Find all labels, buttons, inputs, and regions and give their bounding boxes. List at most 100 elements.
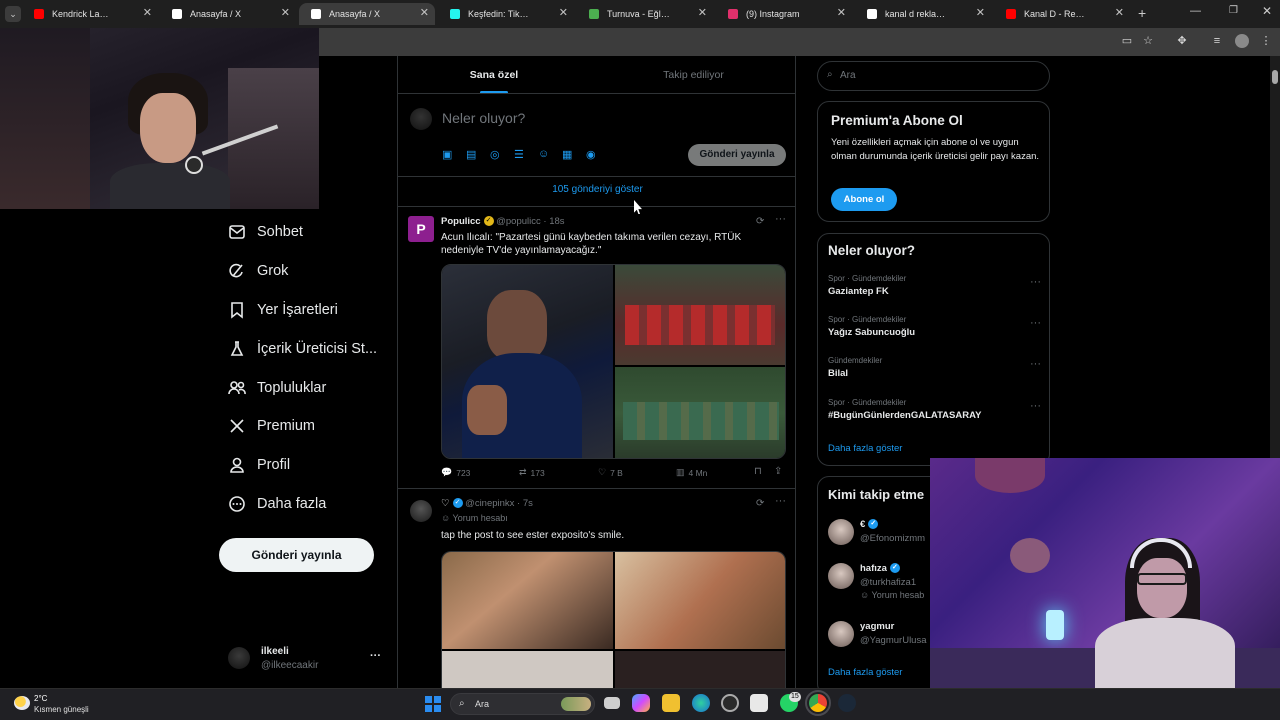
nav-item[interactable]: Topluluklar	[226, 374, 326, 402]
close-tab-icon[interactable]: ✕	[420, 6, 429, 19]
tab-following[interactable]: Takip ediliyor	[590, 56, 795, 94]
account-more-icon[interactable]: ···	[370, 650, 381, 662]
cast-icon[interactable]: ▭	[1120, 34, 1134, 48]
author-avatar[interactable]	[410, 500, 432, 522]
steam-icon[interactable]	[838, 694, 856, 712]
schedule-icon[interactable]: ▦	[562, 148, 572, 161]
task-view-icon[interactable]	[604, 697, 620, 709]
follow-show-more[interactable]: Daha fazla göster	[828, 667, 902, 678]
trend-item[interactable]: Spor · Gündemdekiler Yağız Sabuncuoğlu ···	[828, 315, 1041, 338]
nav-item[interactable]: İçerik Üreticisi St...	[226, 335, 377, 363]
weather-widget[interactable]: 2°C Kısmen güneşli	[12, 692, 112, 716]
post-button[interactable]: Gönderi yayınla	[219, 538, 374, 572]
copilot-icon[interactable]	[632, 694, 650, 712]
close-tab-icon[interactable]: ✕	[976, 6, 985, 19]
close-window-icon[interactable]: ✕	[1262, 4, 1272, 18]
like-action[interactable]: ♡ 7 B	[598, 467, 623, 478]
search-field[interactable]: ⌕ Ara	[817, 61, 1050, 91]
taskbar-search[interactable]: ⌕ Ara	[450, 693, 595, 715]
store-icon[interactable]	[750, 694, 768, 712]
browser-tab[interactable]: Kanal D - Reklam Jeneriği ✕	[994, 3, 1130, 25]
browser-tab[interactable]: Anasayfa / X ✕	[299, 3, 435, 25]
composer-input[interactable]: Neler oluyor?	[442, 110, 525, 126]
grok-icon[interactable]: ⟳	[756, 498, 764, 509]
trend-more-icon[interactable]: ···	[1030, 400, 1041, 412]
author-handle[interactable]: @cinepinkx	[465, 498, 514, 509]
close-tab-icon[interactable]: ✕	[698, 6, 707, 19]
browser-tab[interactable]: Turnuva - Eğlenceli seçim ✕	[577, 3, 713, 25]
grok-icon[interactable]: ◎	[490, 148, 500, 161]
location-icon[interactable]: ◉	[586, 148, 596, 161]
media-image-1[interactable]	[442, 265, 613, 458]
suggestion-avatar[interactable]	[828, 563, 854, 589]
post-media-grid[interactable]	[441, 551, 786, 688]
app-icon[interactable]	[721, 694, 739, 712]
post-media-grid[interactable]	[441, 264, 786, 459]
trend-more-icon[interactable]: ···	[1030, 358, 1041, 370]
poll-icon[interactable]: ☰	[514, 148, 524, 161]
author-name[interactable]: Populicc	[441, 216, 481, 227]
restore-icon[interactable]: ❐	[1229, 5, 1238, 16]
author-avatar[interactable]: P	[408, 216, 434, 242]
nav-item[interactable]: Grok	[226, 257, 288, 285]
close-tab-icon[interactable]: ✕	[281, 6, 290, 19]
tweet[interactable]: ♡ ✓ @cinepinkx · 7s ⟳ ··· ☺ Yorum hesabı …	[398, 489, 795, 688]
browser-tab[interactable]: Kendrick Lamar's Apple M ✕	[22, 3, 158, 25]
grok-icon[interactable]: ⟳	[756, 216, 764, 227]
edge-icon[interactable]	[692, 694, 710, 712]
author-name[interactable]: ♡	[441, 498, 450, 509]
tweet[interactable]: P Populicc ✓ @populicc · 18s ⟳ ··· Acun I…	[398, 207, 795, 488]
reading-list-icon[interactable]: ≡	[1210, 34, 1224, 48]
suggestion-avatar[interactable]	[828, 519, 854, 545]
start-button[interactable]	[425, 696, 441, 712]
new-tab-button[interactable]: +	[1138, 5, 1146, 21]
file-explorer-icon[interactable]	[662, 694, 680, 712]
composer-post-button[interactable]: Gönderi yayınla	[688, 144, 786, 166]
media-image-3[interactable]	[442, 651, 613, 688]
post-more-icon[interactable]: ···	[775, 495, 786, 507]
close-tab-icon[interactable]: ✕	[143, 6, 152, 19]
nav-item[interactable]: Daha fazla	[226, 490, 326, 518]
post-more-icon[interactable]: ···	[775, 213, 786, 225]
views-action[interactable]: ▥ 4 Mn	[676, 467, 707, 478]
trend-item[interactable]: Spor · Gündemdekiler #BugünGünlerdenGALAT…	[828, 398, 1041, 421]
post-time[interactable]: 7s	[523, 498, 533, 509]
extensions-icon[interactable]: ✥	[1175, 34, 1189, 48]
tab-search-button[interactable]: ⌄	[5, 6, 21, 22]
author-handle[interactable]: @populicc	[496, 216, 541, 227]
emoji-icon[interactable]: ☺	[538, 148, 549, 160]
show-new-posts[interactable]: 105 gönderiyi göster	[398, 184, 795, 195]
trend-more-icon[interactable]: ···	[1030, 276, 1041, 288]
share-icon[interactable]: ⇪	[774, 466, 782, 477]
browser-tab[interactable]: kanal d reklam jeneriği - G ✕	[855, 3, 991, 25]
media-image-2[interactable]	[615, 265, 785, 365]
media-image-1[interactable]	[442, 552, 613, 649]
reply-action[interactable]: 💬 723	[441, 467, 470, 478]
media-image-2[interactable]	[615, 552, 785, 649]
trend-item[interactable]: Gündemdekiler Bilal ···	[828, 356, 1041, 379]
image-icon[interactable]: ▣	[442, 148, 452, 161]
browser-tab[interactable]: (9) Instagram ✕	[716, 3, 852, 25]
browser-tab[interactable]: Anasayfa / X ✕	[160, 3, 296, 25]
chrome-icon[interactable]	[805, 690, 831, 716]
nav-item[interactable]: Premium	[226, 412, 315, 440]
nav-item[interactable]: Profil	[226, 451, 290, 479]
nav-item[interactable]: Sohbet	[226, 218, 303, 246]
trend-more-icon[interactable]: ···	[1030, 317, 1041, 329]
media-image-3[interactable]	[615, 367, 785, 458]
suggestion-avatar[interactable]	[828, 621, 854, 647]
browser-tab[interactable]: Keşfedin: TikTok'ta favori ✕	[438, 3, 574, 25]
tab-for-you[interactable]: Sana özel	[398, 56, 590, 94]
profile-avatar[interactable]	[1235, 34, 1249, 48]
nav-item[interactable]: Yer İşaretleri	[226, 296, 338, 324]
browser-menu-icon[interactable]: ⋮	[1259, 34, 1273, 48]
account-switcher[interactable]: ilkeeli @ilkeecaakir ···	[222, 640, 392, 676]
subscribe-button[interactable]: Abone ol	[831, 188, 897, 211]
star-icon[interactable]: ☆	[1141, 34, 1155, 48]
bookmark-icon[interactable]: ⊓	[754, 466, 762, 477]
minimize-icon[interactable]: —	[1190, 5, 1201, 17]
close-tab-icon[interactable]: ✕	[837, 6, 846, 19]
close-tab-icon[interactable]: ✕	[1115, 6, 1124, 19]
media-image-4[interactable]	[615, 651, 785, 688]
close-tab-icon[interactable]: ✕	[559, 6, 568, 19]
